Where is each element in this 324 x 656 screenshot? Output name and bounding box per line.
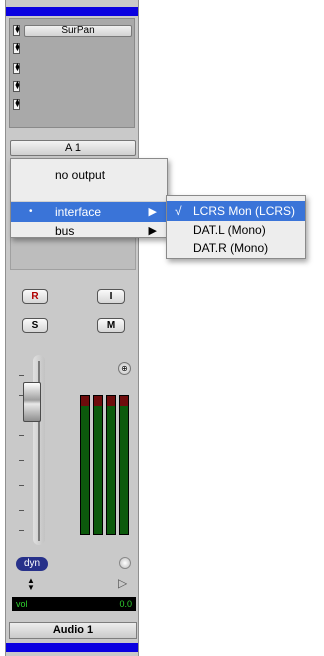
- fader-scale-tick: [19, 510, 24, 511]
- submenu-item-dat-r[interactable]: DAT.R (Mono): [167, 238, 305, 258]
- check-mark-icon: √: [175, 204, 182, 218]
- automation-indicator-icon[interactable]: [119, 557, 131, 569]
- menu-item-bus[interactable]: bus ▶: [11, 221, 167, 241]
- fader-scale-tick: [19, 375, 24, 376]
- submenu-item-lcrs-mon[interactable]: √ LCRS Mon (LCRS): [167, 201, 305, 221]
- menu-item-no-output[interactable]: no output: [11, 165, 167, 185]
- fader-scale-tick: [19, 435, 24, 436]
- meter-channel: [93, 395, 103, 535]
- meter-channel: [119, 395, 129, 535]
- clip-indicator: [107, 396, 115, 406]
- insert-4-selector-arrows-icon[interactable]: ▲ ▼: [13, 80, 21, 92]
- submenu-arrow-icon: ▶: [148, 225, 157, 237]
- play-triangle-icon[interactable]: ▷: [118, 576, 127, 590]
- interface-submenu: √ LCRS Mon (LCRS) DAT.L (Mono) DAT.R (Mo…: [166, 195, 306, 259]
- input-selector[interactable]: A 1: [10, 140, 136, 156]
- track-name[interactable]: Audio 1: [9, 622, 137, 639]
- insert-2-selector-arrows-icon[interactable]: ▲ ▼: [13, 42, 21, 54]
- menu-item-interface[interactable]: • interface ▶: [11, 202, 167, 222]
- submenu-item-dat-l[interactable]: DAT.L (Mono): [167, 220, 305, 240]
- insert-1-selector-arrows-icon[interactable]: ▲ ▼: [13, 24, 21, 36]
- fader-scale-tick: [19, 485, 24, 486]
- volume-label: vol: [16, 599, 28, 609]
- menu-item-label: interface: [55, 205, 102, 219]
- record-enable-button[interactable]: R: [22, 289, 48, 304]
- top-color-bar: [6, 7, 138, 16]
- insert-5-selector-arrows-icon[interactable]: ▲ ▼: [13, 98, 21, 110]
- volume-value: 0.0: [119, 599, 132, 609]
- meter-channel: [80, 395, 90, 535]
- input-monitor-button[interactable]: I: [97, 289, 125, 304]
- fader-scale-tick: [19, 460, 24, 461]
- clip-indicator: [120, 396, 128, 406]
- menu-item-label: bus: [55, 224, 75, 238]
- clip-indicator: [94, 396, 102, 406]
- clip-indicator: [81, 396, 89, 406]
- fader-scale-tick: [19, 530, 24, 531]
- insert-3-selector-arrows-icon[interactable]: ▲ ▼: [13, 62, 21, 74]
- bottom-color-bar: [6, 643, 138, 652]
- meter-channel: [106, 395, 116, 535]
- dyn-button[interactable]: dyn: [16, 557, 48, 571]
- automation-mode-selector-arrows-icon[interactable]: ▲ ▼: [26, 577, 36, 592]
- submenu-item-label: DAT.R (Mono): [193, 241, 269, 255]
- selected-bullet-icon: •: [29, 206, 33, 217]
- mixer-channel-strip: ▲ ▼ SurPan ▲ ▼ ▲ ▼ ▲ ▼ ▲ ▼ A 1 R I S M ⊕ dyn …: [5, 0, 139, 656]
- mute-button[interactable]: M: [97, 318, 125, 333]
- insert-plugin-slot[interactable]: SurPan: [24, 25, 132, 37]
- output-popup-menu: no output • interface ▶ bus ▶: [10, 158, 168, 238]
- solo-button[interactable]: S: [22, 318, 48, 333]
- level-meters: [80, 395, 130, 535]
- insert-area: ▲ ▼ SurPan ▲ ▼ ▲ ▼ ▲ ▼ ▲ ▼: [9, 18, 135, 128]
- submenu-arrow-icon: ▶: [148, 206, 157, 218]
- submenu-item-label: DAT.L (Mono): [193, 223, 266, 237]
- pan-knob-icon[interactable]: ⊕: [118, 362, 131, 375]
- volume-fader-cap[interactable]: [23, 382, 41, 422]
- menu-item-label: no output: [55, 168, 106, 182]
- submenu-item-label: LCRS Mon (LCRS): [193, 204, 296, 218]
- volume-display: vol 0.0: [12, 597, 136, 611]
